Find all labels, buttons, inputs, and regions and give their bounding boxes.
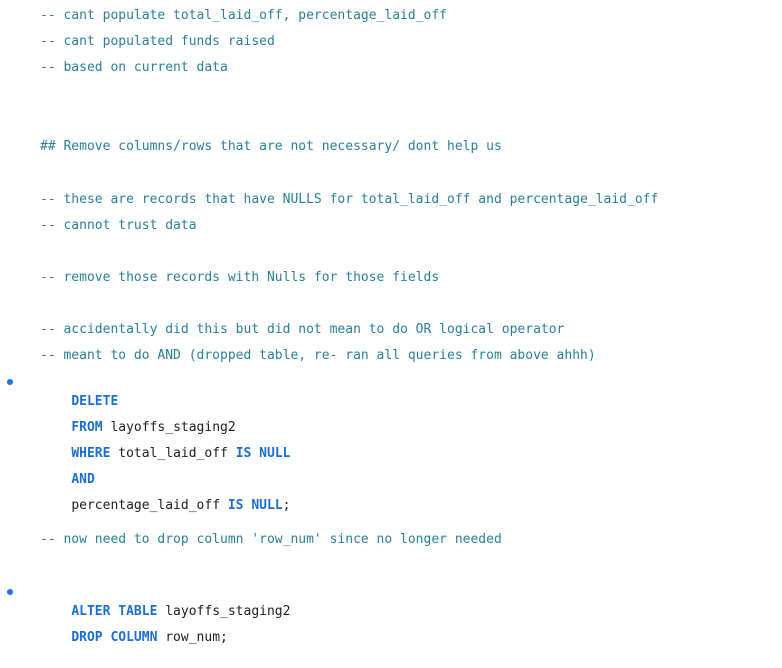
keyword-drop-column: DROP COLUMN: [71, 630, 158, 645]
comment-line: -- these are records that have NULLS for…: [40, 192, 659, 207]
keyword-is-null: IS NULL: [235, 446, 291, 461]
comment-line: -- cannot trust data: [40, 218, 197, 233]
column-name: row_num: [157, 630, 221, 645]
comment-line: -- cant populated funds raised: [40, 34, 275, 49]
code-line-where[interactable]: WHERE total_laid_off IS NULL: [40, 424, 290, 461]
code-line-and[interactable]: AND: [40, 450, 94, 487]
keyword-is-null: IS NULL: [227, 498, 283, 513]
comment-line: -- based on current data: [40, 60, 228, 75]
comment-line: -- cant populate total_laid_off, percent…: [40, 8, 447, 23]
code-line-drop-column[interactable]: DROP COLUMN row_num;: [40, 608, 228, 645]
code-line-condition[interactable]: percentage_laid_off IS NULL;: [40, 476, 290, 513]
statement-terminator: ;: [220, 630, 228, 645]
code-line-from[interactable]: FROM layoffs_staging2: [40, 398, 235, 435]
comment-line: -- accidentally did this but did not mea…: [40, 322, 565, 337]
column-name: total_laid_off: [110, 446, 236, 461]
section-heading-line: ## Remove columns/rows that are not nece…: [40, 139, 502, 154]
sql-editor[interactable]: -- cant populate total_laid_off, percent…: [0, 0, 782, 646]
run-statement-dot-icon[interactable]: [7, 589, 13, 595]
comment-line: -- remove those records with Nulls for t…: [40, 270, 440, 285]
code-line-delete[interactable]: DELETE: [40, 372, 118, 409]
comment-line: -- meant to do AND (dropped table, re- r…: [40, 348, 596, 363]
column-name: percentage_laid_off: [71, 498, 228, 513]
code-line-alter[interactable]: ALTER TABLE layoffs_staging2: [40, 582, 290, 619]
comment-line: -- now need to drop column 'row_num' sin…: [40, 532, 502, 547]
statement-terminator: ;: [282, 498, 291, 513]
run-statement-dot-icon[interactable]: [7, 379, 13, 385]
